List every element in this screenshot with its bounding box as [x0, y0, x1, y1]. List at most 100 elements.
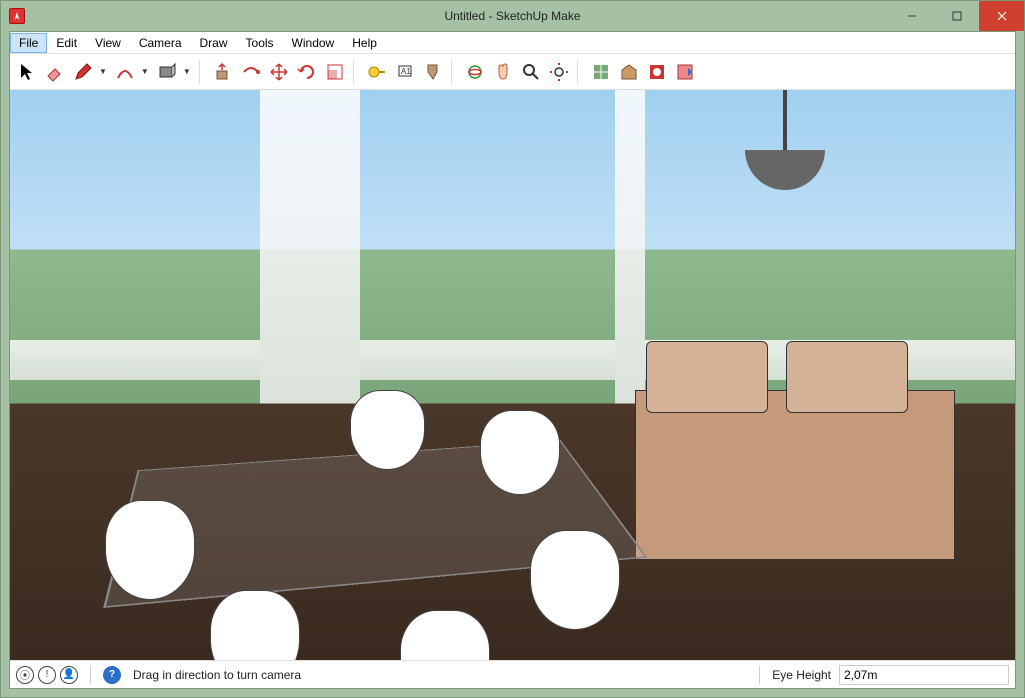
move-icon — [269, 62, 289, 82]
toolbar-separator — [199, 60, 205, 84]
menu-help[interactable]: Help — [343, 33, 386, 53]
lines-tool-dropdown[interactable]: ▼ — [96, 67, 110, 76]
warehouse-icon — [619, 62, 639, 82]
zoom-icon — [521, 62, 541, 82]
scene-chair — [400, 610, 490, 660]
orbit-tool[interactable] — [462, 59, 488, 85]
zoom-tool[interactable] — [518, 59, 544, 85]
app-window: Untitled - SketchUp Make FileEditViewCam… — [0, 0, 1025, 698]
zoomextents-tool[interactable] — [546, 59, 572, 85]
lines-tool[interactable] — [70, 59, 96, 85]
geo-icon — [591, 62, 611, 82]
zoom-tool-group — [518, 59, 544, 85]
followme-tool[interactable] — [238, 59, 264, 85]
pushpull-tool[interactable] — [210, 59, 236, 85]
orbit-icon — [465, 62, 485, 82]
text-tool-group: A1 — [392, 59, 418, 85]
shapes-tool[interactable] — [154, 59, 180, 85]
scene-chair — [480, 410, 560, 495]
pan-tool-group — [490, 59, 516, 85]
geo-status-icon[interactable]: ⦿ — [16, 666, 34, 684]
lines-tool-group: ▼ — [70, 59, 110, 85]
followme-icon — [241, 62, 261, 82]
status-hint: Drag in direction to turn camera — [133, 668, 747, 682]
arcs-tool-group: ▼ — [112, 59, 152, 85]
toolbar: ▼ ▼ ▼ A1 — [10, 54, 1015, 90]
eraser-icon — [45, 62, 65, 82]
scale-icon — [325, 62, 345, 82]
arc-icon — [115, 62, 135, 82]
svg-text:A1: A1 — [401, 67, 411, 76]
help-icon[interactable]: ? — [103, 666, 121, 684]
menu-window[interactable]: Window — [283, 33, 344, 53]
select-tool-group — [14, 59, 40, 85]
pushpull-tool-group — [210, 59, 236, 85]
menu-tools[interactable]: Tools — [237, 33, 283, 53]
credits-icon[interactable]: ! — [38, 666, 56, 684]
shapes-tool-dropdown[interactable]: ▼ — [180, 67, 194, 76]
menu-edit[interactable]: Edit — [47, 33, 86, 53]
status-bar: ⦿ ! 👤 ? Drag in direction to turn camera… — [10, 660, 1015, 688]
pan-tool[interactable] — [490, 59, 516, 85]
zoomextents-tool-group — [546, 59, 572, 85]
text-icon: A1 — [395, 62, 415, 82]
geolocation-tool[interactable] — [588, 59, 614, 85]
menu-view[interactable]: View — [86, 33, 130, 53]
arcs-tool[interactable] — [112, 59, 138, 85]
cursor-icon — [17, 62, 37, 82]
extensions-tool[interactable] — [644, 59, 670, 85]
move-tool-group — [266, 59, 292, 85]
geolocation-tool-group — [588, 59, 614, 85]
eraser-tool-group — [42, 59, 68, 85]
followme-tool-group — [238, 59, 264, 85]
menu-camera[interactable]: Camera — [130, 33, 191, 53]
eraser-tool[interactable] — [42, 59, 68, 85]
status-divider — [90, 666, 91, 684]
eye-height-input[interactable] — [839, 665, 1009, 685]
tape-tool-group — [364, 59, 390, 85]
layout-icon — [675, 62, 695, 82]
inner-frame: FileEditViewCameraDrawToolsWindowHelp ▼▼… — [9, 31, 1016, 689]
paint-tool[interactable] — [420, 59, 446, 85]
select-tool[interactable] — [14, 59, 40, 85]
menu-bar: FileEditViewCameraDrawToolsWindowHelp — [10, 32, 1015, 54]
pan-icon — [493, 62, 513, 82]
extensions-tool-group — [644, 59, 670, 85]
rotate-tool[interactable] — [294, 59, 320, 85]
move-tool[interactable] — [266, 59, 292, 85]
window-title: Untitled - SketchUp Make — [1, 9, 1024, 23]
toolbar-separator — [451, 60, 457, 84]
warehouse-tool[interactable] — [616, 59, 642, 85]
title-bar: Untitled - SketchUp Make — [1, 1, 1024, 31]
tape-tool[interactable] — [364, 59, 390, 85]
ext-icon — [647, 62, 667, 82]
scene-table — [103, 440, 647, 608]
toolbar-separator — [353, 60, 359, 84]
scene-chair — [210, 590, 300, 660]
rotate-tool-group — [294, 59, 320, 85]
scene-sofa — [635, 390, 955, 560]
toolbar-separator — [577, 60, 583, 84]
pushpull-icon — [213, 62, 233, 82]
scene-chair — [105, 500, 195, 600]
scale-tool[interactable] — [322, 59, 348, 85]
menu-draw[interactable]: Draw — [191, 33, 237, 53]
shapes-tool-group: ▼ — [154, 59, 194, 85]
arcs-tool-dropdown[interactable]: ▼ — [138, 67, 152, 76]
scene-content — [10, 90, 1015, 660]
scene-lamp — [745, 150, 825, 190]
rectangle-icon — [157, 62, 177, 82]
viewport-3d[interactable] — [10, 90, 1015, 660]
tape-icon — [367, 62, 387, 82]
eye-height-label: Eye Height — [772, 668, 831, 682]
scale-tool-group — [322, 59, 348, 85]
text-tool[interactable]: A1 — [392, 59, 418, 85]
paint-icon — [423, 62, 443, 82]
warehouse-tool-group — [616, 59, 642, 85]
menu-file[interactable]: File — [10, 33, 47, 53]
layout-tool[interactable] — [672, 59, 698, 85]
signin-icon[interactable]: 👤 — [60, 666, 78, 684]
pencil-icon — [73, 62, 93, 82]
status-divider — [759, 666, 760, 684]
zoomext-icon — [549, 62, 569, 82]
